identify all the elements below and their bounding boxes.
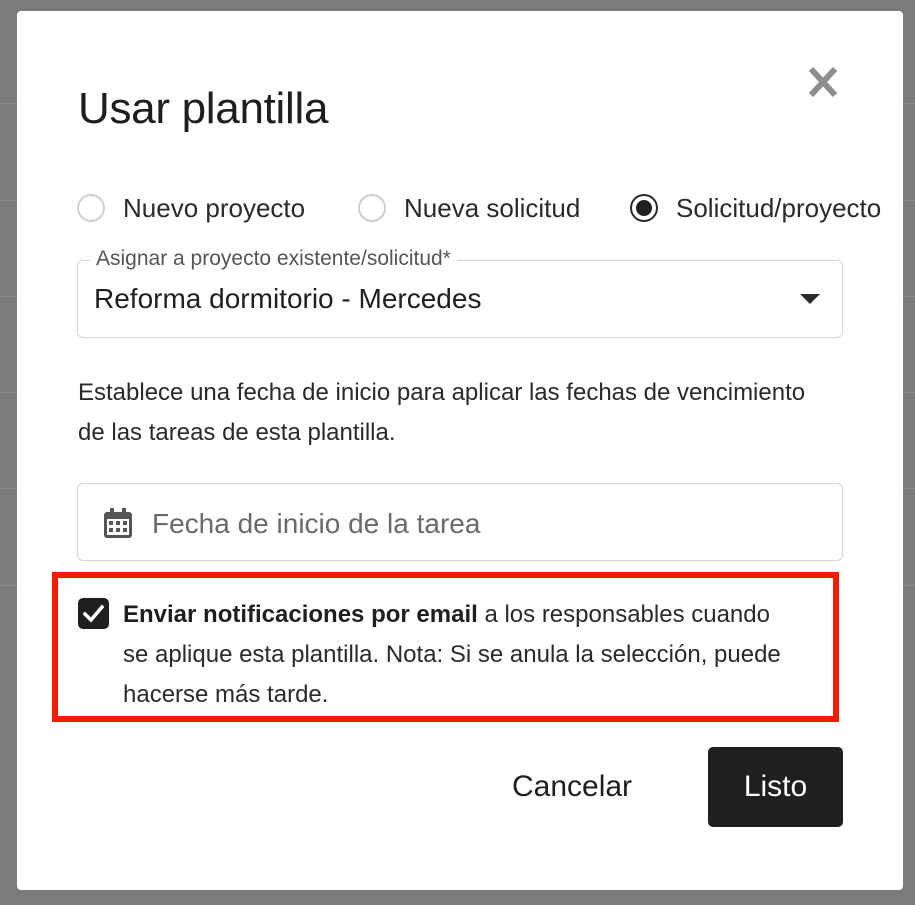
cancel-button[interactable]: Cancelar xyxy=(487,747,657,827)
close-icon xyxy=(808,66,838,98)
notify-checkbox[interactable] xyxy=(78,598,109,629)
notify-bold-text: Enviar notificaciones por email xyxy=(123,601,478,628)
radio-label: Solicitud/proyecto xyxy=(676,192,882,223)
radio-circle xyxy=(358,194,386,222)
assign-project-select[interactable]: Asignar a proyecto existente/solicitud* … xyxy=(77,247,843,338)
done-button[interactable]: Listo xyxy=(708,747,843,827)
close-button[interactable] xyxy=(801,63,845,103)
select-label: Asignar a proyecto existente/solicitud* xyxy=(90,247,457,271)
radio-request-project[interactable]: Solicitud/proyecto xyxy=(630,191,881,225)
radio-circle-checked xyxy=(630,194,658,222)
radio-label: Nueva solicitud xyxy=(404,192,581,223)
dialog-title: Usar plantilla xyxy=(78,84,329,133)
radio-label: Nuevo proyecto xyxy=(123,192,306,223)
radio-circle xyxy=(77,194,105,222)
checkmark-icon xyxy=(83,604,104,623)
date-placeholder: Fecha de inicio de la tarea xyxy=(152,508,481,539)
select-value: Reforma dormitorio - Mercedes xyxy=(94,283,482,314)
calendar-icon xyxy=(104,508,132,538)
helper-text: Establece una fecha de inicio para aplic… xyxy=(78,379,806,446)
radio-new-request[interactable]: Nueva solicitud xyxy=(358,191,580,225)
caret-down-icon xyxy=(800,294,820,304)
radio-new-project[interactable]: Nuevo proyecto xyxy=(77,191,305,225)
use-template-dialog: Usar plantilla Nuevo proyecto Nueva soli… xyxy=(17,11,903,890)
notify-description: Enviar notificaciones por email a los re… xyxy=(123,595,783,715)
start-date-input[interactable]: Fecha de inicio de la tarea xyxy=(77,483,843,561)
